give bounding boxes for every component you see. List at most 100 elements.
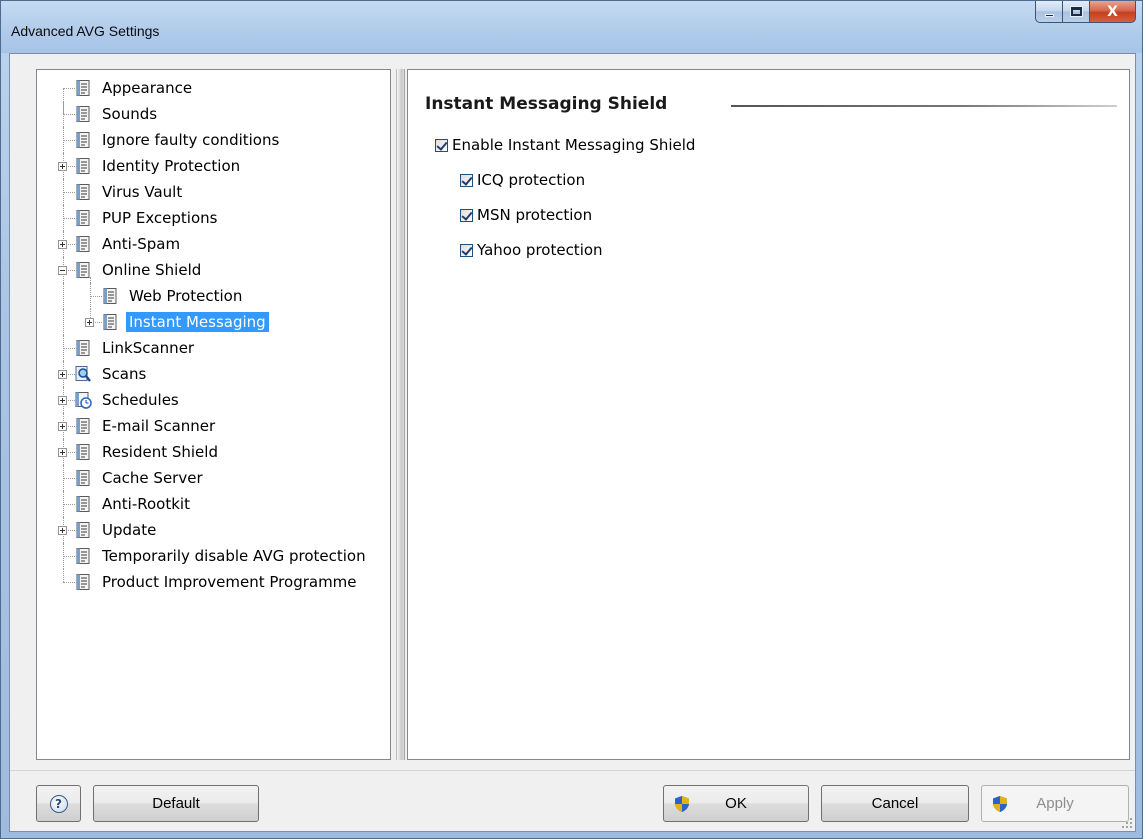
settings-page-icon — [74, 157, 92, 175]
default-button[interactable]: Default — [93, 785, 259, 822]
tree-item-e-mail-scanner[interactable]: E-mail Scanner — [37, 413, 390, 439]
tree-item-label: PUP Exceptions — [102, 209, 218, 227]
icq-protection-checkbox[interactable] — [460, 173, 473, 187]
icq-protection-option[interactable]: ICQ protection — [460, 170, 585, 190]
apply-button[interactable]: Apply — [981, 785, 1129, 822]
tree-item-anti-rootkit[interactable]: Anti-Rootkit — [37, 491, 390, 517]
settings-page-icon — [74, 105, 92, 123]
expand-icon[interactable] — [58, 526, 67, 535]
settings-page-icon — [74, 183, 92, 201]
magnifier-icon — [74, 365, 92, 383]
dialog-client-area: Appearance Sounds Ignore faulty conditions… — [9, 53, 1136, 832]
bottom-separator — [10, 770, 1135, 771]
collapse-icon[interactable] — [58, 266, 67, 275]
apply-button-label: Apply — [1036, 795, 1074, 812]
tree-item-label: LinkScanner — [102, 339, 195, 357]
settings-page-icon — [74, 547, 92, 565]
tree-item-label: Identity Protection — [102, 157, 241, 175]
settings-page-icon — [74, 235, 92, 253]
dialog-window: Advanced AVG Settings X Appearance Sounds… — [0, 0, 1143, 839]
settings-page-icon — [74, 209, 92, 227]
tree-item-label: Scans — [102, 365, 147, 383]
uac-shield-icon — [675, 796, 689, 812]
settings-page-icon — [74, 521, 92, 539]
cancel-button[interactable]: Cancel — [821, 785, 969, 822]
maximize-icon — [1069, 6, 1083, 17]
tree-item-online-shield[interactable]: Online Shield — [37, 257, 390, 283]
resize-grip-icon[interactable] — [1121, 817, 1133, 829]
tree-item-identity-protection[interactable]: Identity Protection — [37, 153, 390, 179]
expand-icon[interactable] — [58, 422, 67, 431]
settings-tree: Appearance Sounds Ignore faulty conditions… — [37, 75, 390, 595]
enable-im-shield-label: Enable Instant Messaging Shield — [452, 136, 696, 154]
tree-item-web-protection[interactable]: Web Protection — [37, 283, 390, 309]
msn-protection-checkbox[interactable] — [460, 208, 473, 222]
minimize-button[interactable] — [1035, 1, 1063, 23]
tree-item-resident-shield[interactable]: Resident Shield — [37, 439, 390, 465]
tree-item-label: Temporarily disable AVG protection — [102, 547, 366, 565]
expand-icon[interactable] — [58, 448, 67, 457]
close-button[interactable]: X — [1090, 1, 1136, 23]
expand-icon[interactable] — [58, 240, 67, 249]
tree-item-label: Appearance — [102, 79, 193, 97]
settings-page-icon — [74, 131, 92, 149]
expand-icon[interactable] — [85, 318, 94, 327]
window-controls: X — [1035, 1, 1136, 23]
tree-item-label: Ignore faulty conditions — [102, 131, 280, 149]
tree-item-cache-server[interactable]: Cache Server — [37, 465, 390, 491]
ok-button-label: OK — [725, 795, 747, 812]
settings-content-panel: Instant Messaging Shield Enable Instant … — [407, 69, 1130, 760]
settings-page-icon — [74, 79, 92, 97]
tree-item-pup-exceptions[interactable]: PUP Exceptions — [37, 205, 390, 231]
tree-item-sounds[interactable]: Sounds — [37, 101, 390, 127]
tree-item-label: Schedules — [102, 391, 179, 409]
yahoo-protection-checkbox[interactable] — [460, 243, 473, 257]
tree-item-label: Web Protection — [129, 287, 243, 305]
tree-item-label: E-mail Scanner — [102, 417, 216, 435]
tree-item-appearance[interactable]: Appearance — [37, 75, 390, 114]
tree-item-virus-vault[interactable]: Virus Vault — [37, 179, 390, 205]
tree-item-linkscanner[interactable]: LinkScanner — [37, 335, 390, 361]
tree-item-label: Cache Server — [102, 469, 203, 487]
panel-splitter[interactable] — [396, 69, 405, 760]
tree-item-scans[interactable]: Scans — [37, 361, 390, 387]
tree-item-product-improvement-programme[interactable]: Product Improvement Programme — [37, 569, 390, 595]
tree-item-anti-spam[interactable]: Anti-Spam — [37, 231, 390, 257]
settings-page-icon — [74, 417, 92, 435]
tree-item-temporarily-disable-avg-protection[interactable]: Temporarily disable AVG protection — [37, 543, 390, 569]
settings-page-icon — [74, 261, 92, 279]
tree-item-instant-messaging[interactable]: Instant Messaging — [37, 309, 390, 335]
settings-tree-panel[interactable]: Appearance Sounds Ignore faulty conditions… — [36, 69, 391, 760]
enable-im-shield-checkbox[interactable] — [435, 138, 448, 152]
minimize-icon — [1044, 13, 1054, 17]
help-button[interactable]: ? — [36, 785, 81, 822]
yahoo-protection-option[interactable]: Yahoo protection — [460, 240, 603, 260]
tree-item-ignore-faulty-conditions[interactable]: Ignore faulty conditions — [37, 127, 390, 153]
maximize-button[interactable] — [1063, 1, 1090, 23]
expand-icon[interactable] — [58, 396, 67, 405]
tree-item-label: Sounds — [102, 105, 158, 123]
section-title: Instant Messaging Shield — [425, 94, 668, 114]
tree-item-label: Virus Vault — [102, 183, 183, 201]
settings-page-icon — [101, 287, 119, 305]
title-bar[interactable]: Advanced AVG Settings X — [1, 1, 1142, 53]
tree-item-label: Resident Shield — [102, 443, 218, 461]
schedule-clock-icon — [74, 391, 92, 409]
msn-protection-option[interactable]: MSN protection — [460, 205, 592, 225]
tree-item-label: Online Shield — [102, 261, 202, 279]
tree-item-schedules[interactable]: Schedules — [37, 387, 390, 413]
enable-im-shield-option[interactable]: Enable Instant Messaging Shield — [435, 135, 695, 155]
settings-page-icon — [74, 443, 92, 461]
section-divider — [731, 105, 1117, 107]
close-icon: X — [1107, 3, 1118, 20]
expand-icon[interactable] — [58, 162, 67, 171]
settings-page-icon — [74, 573, 92, 591]
tree-item-label: Anti-Spam — [102, 235, 181, 253]
cancel-button-label: Cancel — [871, 795, 919, 812]
ok-button[interactable]: OK — [663, 785, 809, 822]
tree-item-update[interactable]: Update — [37, 517, 390, 543]
uac-shield-icon — [993, 796, 1007, 812]
help-icon: ? — [49, 794, 68, 813]
expand-icon[interactable] — [58, 370, 67, 379]
icq-protection-label: ICQ protection — [477, 171, 586, 189]
